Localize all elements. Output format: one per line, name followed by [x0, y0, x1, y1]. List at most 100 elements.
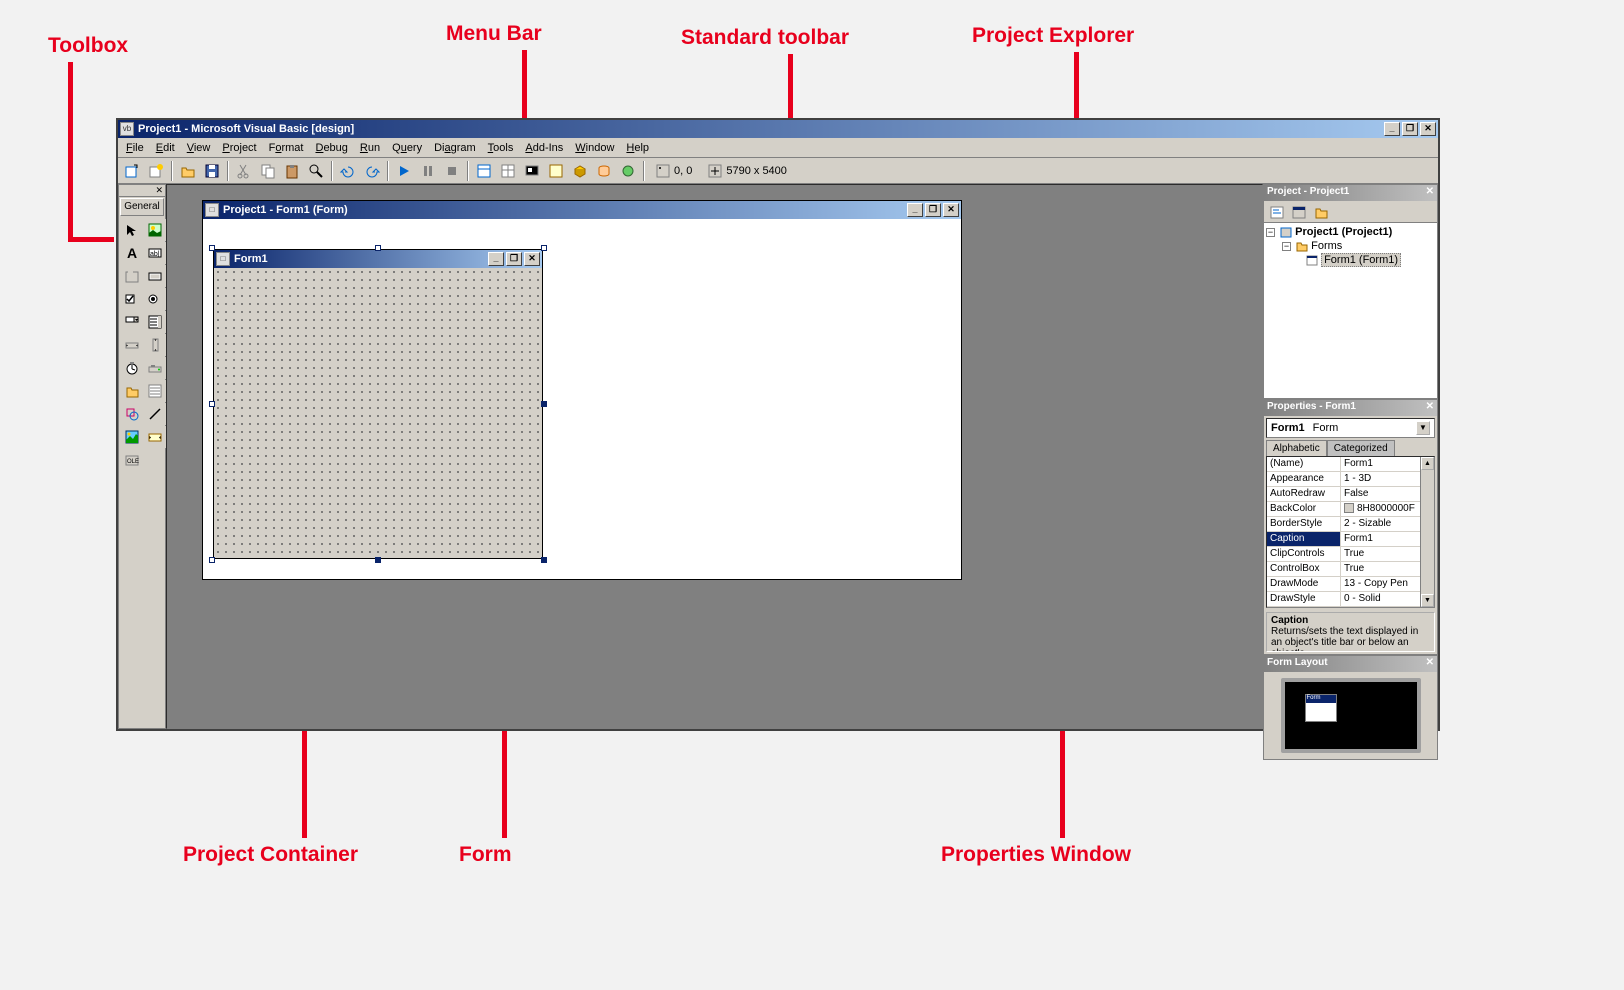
project-explorer-title[interactable]: Project - Project1 ✕ — [1264, 185, 1437, 201]
resize-handle-se[interactable] — [541, 557, 547, 563]
menu-view[interactable]: View — [181, 140, 217, 156]
resize-handle-nw[interactable] — [209, 245, 215, 251]
property-row[interactable]: BackColor8H8000000F — [1267, 502, 1434, 517]
properties-scrollbar[interactable]: ▲ ▼ — [1420, 457, 1434, 607]
data-icon[interactable] — [144, 426, 166, 448]
properties-object-selector[interactable]: Form1 Form ▼ — [1266, 418, 1435, 438]
optionbutton-icon[interactable] — [144, 288, 166, 310]
form-window-titlebar[interactable]: □ Project1 - Form1 (Form) _ ❐ ✕ — [203, 201, 961, 219]
object-browser-icon[interactable] — [545, 160, 567, 182]
find-icon[interactable] — [305, 160, 327, 182]
properties-title[interactable]: Properties - Form1 ✕ — [1264, 400, 1437, 416]
component-icon[interactable] — [617, 160, 639, 182]
panel-close-icon[interactable]: ✕ — [1426, 186, 1434, 200]
toolbox-icon[interactable] — [569, 160, 591, 182]
data-view-icon[interactable] — [593, 160, 615, 182]
form-designer-window[interactable]: □ Project1 - Form1 (Form) _ ❐ ✕ □ Form1 — [202, 200, 962, 580]
tab-categorized[interactable]: Categorized — [1327, 440, 1395, 456]
drivelistbox-icon[interactable] — [144, 357, 166, 379]
filelistbox-icon[interactable] — [144, 380, 166, 402]
menu-addins[interactable]: Add-Ins — [519, 140, 569, 156]
start-icon[interactable] — [393, 160, 415, 182]
form-design-surface[interactable] — [214, 268, 542, 558]
minimize-button[interactable]: _ — [1384, 122, 1400, 136]
resize-handle-n[interactable] — [375, 245, 381, 251]
resize-handle-e[interactable] — [541, 401, 547, 407]
line-icon[interactable] — [144, 403, 166, 425]
maximize-button[interactable]: ❐ — [1402, 122, 1418, 136]
save-icon[interactable] — [201, 160, 223, 182]
combobox-icon[interactable] — [121, 311, 143, 333]
commandbutton-icon[interactable] — [144, 265, 166, 287]
panel-close-icon[interactable]: ✕ — [1426, 401, 1434, 415]
menu-run[interactable]: Run — [354, 140, 386, 156]
maximize-button[interactable]: ❐ — [925, 203, 941, 217]
tree-folder[interactable]: − Forms — [1266, 239, 1435, 253]
menu-window[interactable]: Window — [569, 140, 620, 156]
new-project-icon[interactable] — [121, 160, 143, 182]
property-row[interactable]: Appearance1 - 3D — [1267, 472, 1434, 487]
menu-query[interactable]: Query — [386, 140, 428, 156]
tab-alphabetic[interactable]: Alphabetic — [1266, 440, 1327, 456]
menu-tools[interactable]: Tools — [482, 140, 520, 156]
property-row[interactable]: ClipControlsTrue — [1267, 547, 1434, 562]
tree-item-form1[interactable]: Form1 (Form1) — [1266, 253, 1435, 267]
resize-handle-sw[interactable] — [209, 557, 215, 563]
menu-diagram[interactable]: Diagram — [428, 140, 482, 156]
dropdown-icon[interactable]: ▼ — [1416, 421, 1430, 435]
property-row[interactable]: BorderStyle2 - Sizable — [1267, 517, 1434, 532]
picturebox-icon[interactable] — [144, 219, 166, 241]
redo-icon[interactable] — [361, 160, 383, 182]
pointer-icon[interactable] — [121, 219, 143, 241]
property-row[interactable]: CaptionForm1 — [1267, 532, 1434, 547]
toolbox-close-icon[interactable]: ✕ — [119, 185, 165, 197]
label-icon[interactable]: A — [121, 242, 143, 264]
minimize-button[interactable]: _ — [907, 203, 923, 217]
menu-help[interactable]: Help — [620, 140, 655, 156]
shape-icon[interactable] — [121, 403, 143, 425]
panel-close-icon[interactable]: ✕ — [1426, 657, 1434, 671]
frame-icon[interactable] — [121, 265, 143, 287]
toggle-folders-icon[interactable] — [1311, 202, 1331, 222]
undo-icon[interactable] — [337, 160, 359, 182]
menu-format[interactable]: Format — [263, 140, 310, 156]
scroll-up-icon[interactable]: ▲ — [1421, 457, 1434, 470]
dirlistbox-icon[interactable] — [121, 380, 143, 402]
close-button[interactable]: ✕ — [1420, 122, 1436, 136]
timer-icon[interactable] — [121, 357, 143, 379]
property-row[interactable]: ControlBoxTrue — [1267, 562, 1434, 577]
open-icon[interactable] — [177, 160, 199, 182]
vscrollbar-icon[interactable] — [144, 334, 166, 356]
property-row[interactable]: DrawMode13 - Copy Pen — [1267, 577, 1434, 592]
expand-icon[interactable]: − — [1266, 228, 1275, 237]
close-button[interactable]: ✕ — [943, 203, 959, 217]
menu-edit[interactable]: Edit — [150, 140, 181, 156]
hscrollbar-icon[interactable] — [121, 334, 143, 356]
break-icon[interactable] — [417, 160, 439, 182]
form-layout-title[interactable]: Form Layout ✕ — [1264, 656, 1437, 672]
mini-form[interactable]: Form — [1305, 694, 1337, 722]
form-designer[interactable]: □ Form1 _ ❐ ✕ — [213, 249, 543, 559]
textbox-icon[interactable]: ab| — [144, 242, 166, 264]
property-row[interactable]: DrawStyle0 - Solid — [1267, 592, 1434, 607]
expand-icon[interactable]: − — [1282, 242, 1291, 251]
image-icon[interactable] — [121, 426, 143, 448]
ole-icon[interactable]: OLE — [121, 449, 143, 471]
main-titlebar[interactable]: vb Project1 - Microsoft Visual Basic [de… — [118, 120, 1438, 138]
view-object-icon[interactable] — [1289, 202, 1309, 222]
form-layout-view[interactable]: Form — [1264, 672, 1437, 759]
add-item-icon[interactable] — [145, 160, 167, 182]
resize-handle-ne[interactable] — [541, 245, 547, 251]
properties-grid[interactable]: (Name)Form1Appearance1 - 3DAutoRedrawFal… — [1266, 456, 1435, 608]
property-row[interactable]: AutoRedrawFalse — [1267, 487, 1434, 502]
toolbox-tab-general[interactable]: General — [120, 198, 164, 216]
project-tree[interactable]: − Project1 (Project1) − Forms Form1 (For… — [1264, 223, 1437, 398]
resize-handle-w[interactable] — [209, 401, 215, 407]
form-layout-icon[interactable] — [521, 160, 543, 182]
menu-project[interactable]: Project — [216, 140, 262, 156]
properties-window-icon[interactable] — [497, 160, 519, 182]
project-explorer-icon[interactable] — [473, 160, 495, 182]
property-row[interactable]: (Name)Form1 — [1267, 457, 1434, 472]
listbox-icon[interactable] — [144, 311, 166, 333]
menu-file[interactable]: File — [120, 140, 150, 156]
